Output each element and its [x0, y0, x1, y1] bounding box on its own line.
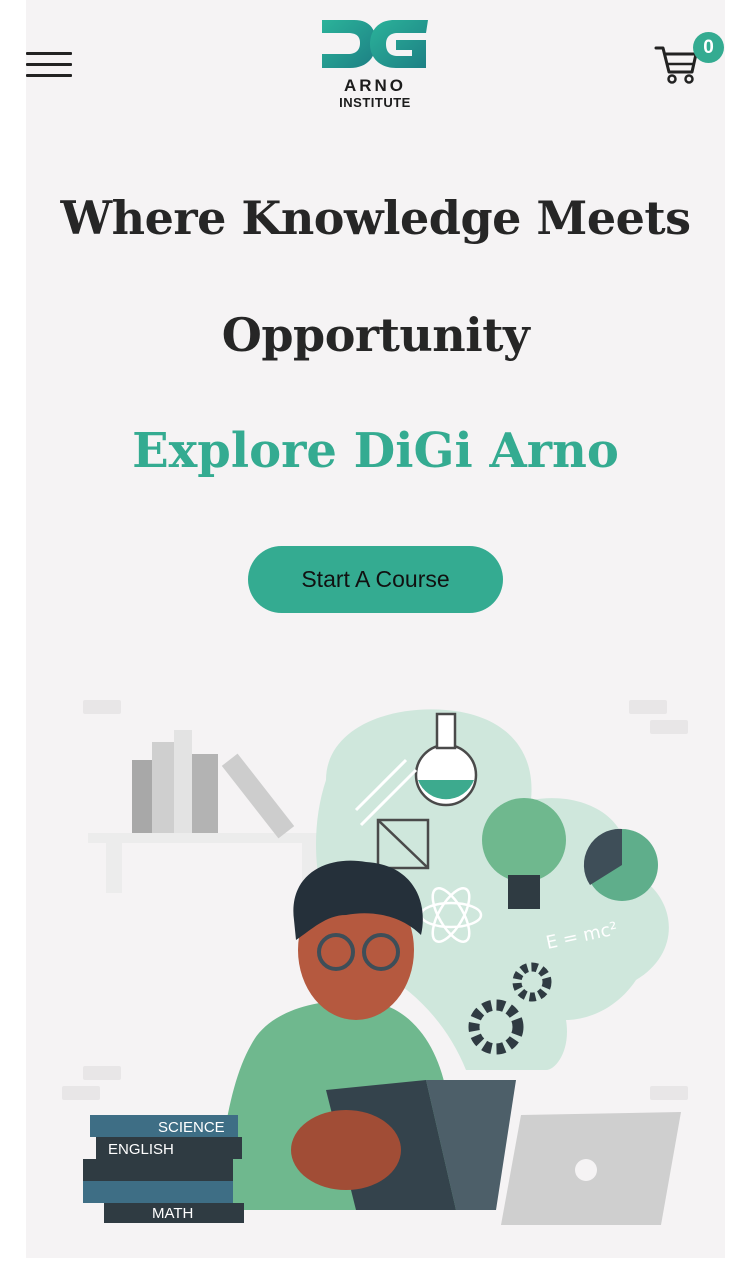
logo-name: ARNO	[343, 76, 407, 95]
hero-illustration: E = mc² SCIENCE ENGLISH MATH	[26, 690, 725, 1240]
site-header: ARNO INSTITUTE 0	[26, 0, 725, 130]
book-label-math: MATH	[152, 1205, 193, 1222]
book-label-english: ENGLISH	[108, 1141, 174, 1158]
hero-subtitle: Explore DiGi Arno	[132, 423, 619, 479]
logo-monogram	[322, 20, 428, 68]
logo-subtitle: INSTITUTE	[339, 95, 411, 110]
start-course-button[interactable]: Start A Course	[248, 546, 503, 613]
page: ARNO INSTITUTE 0 Where Knowledge Meets O…	[26, 0, 725, 1258]
hero-title: Where Knowledge Meets Opportunity	[60, 191, 691, 362]
book-label-science: SCIENCE	[158, 1119, 225, 1136]
cart-count-badge: 0	[693, 32, 724, 63]
hamburger-menu-icon[interactable]	[26, 52, 72, 78]
site-logo[interactable]: ARNO INSTITUTE	[320, 16, 430, 112]
